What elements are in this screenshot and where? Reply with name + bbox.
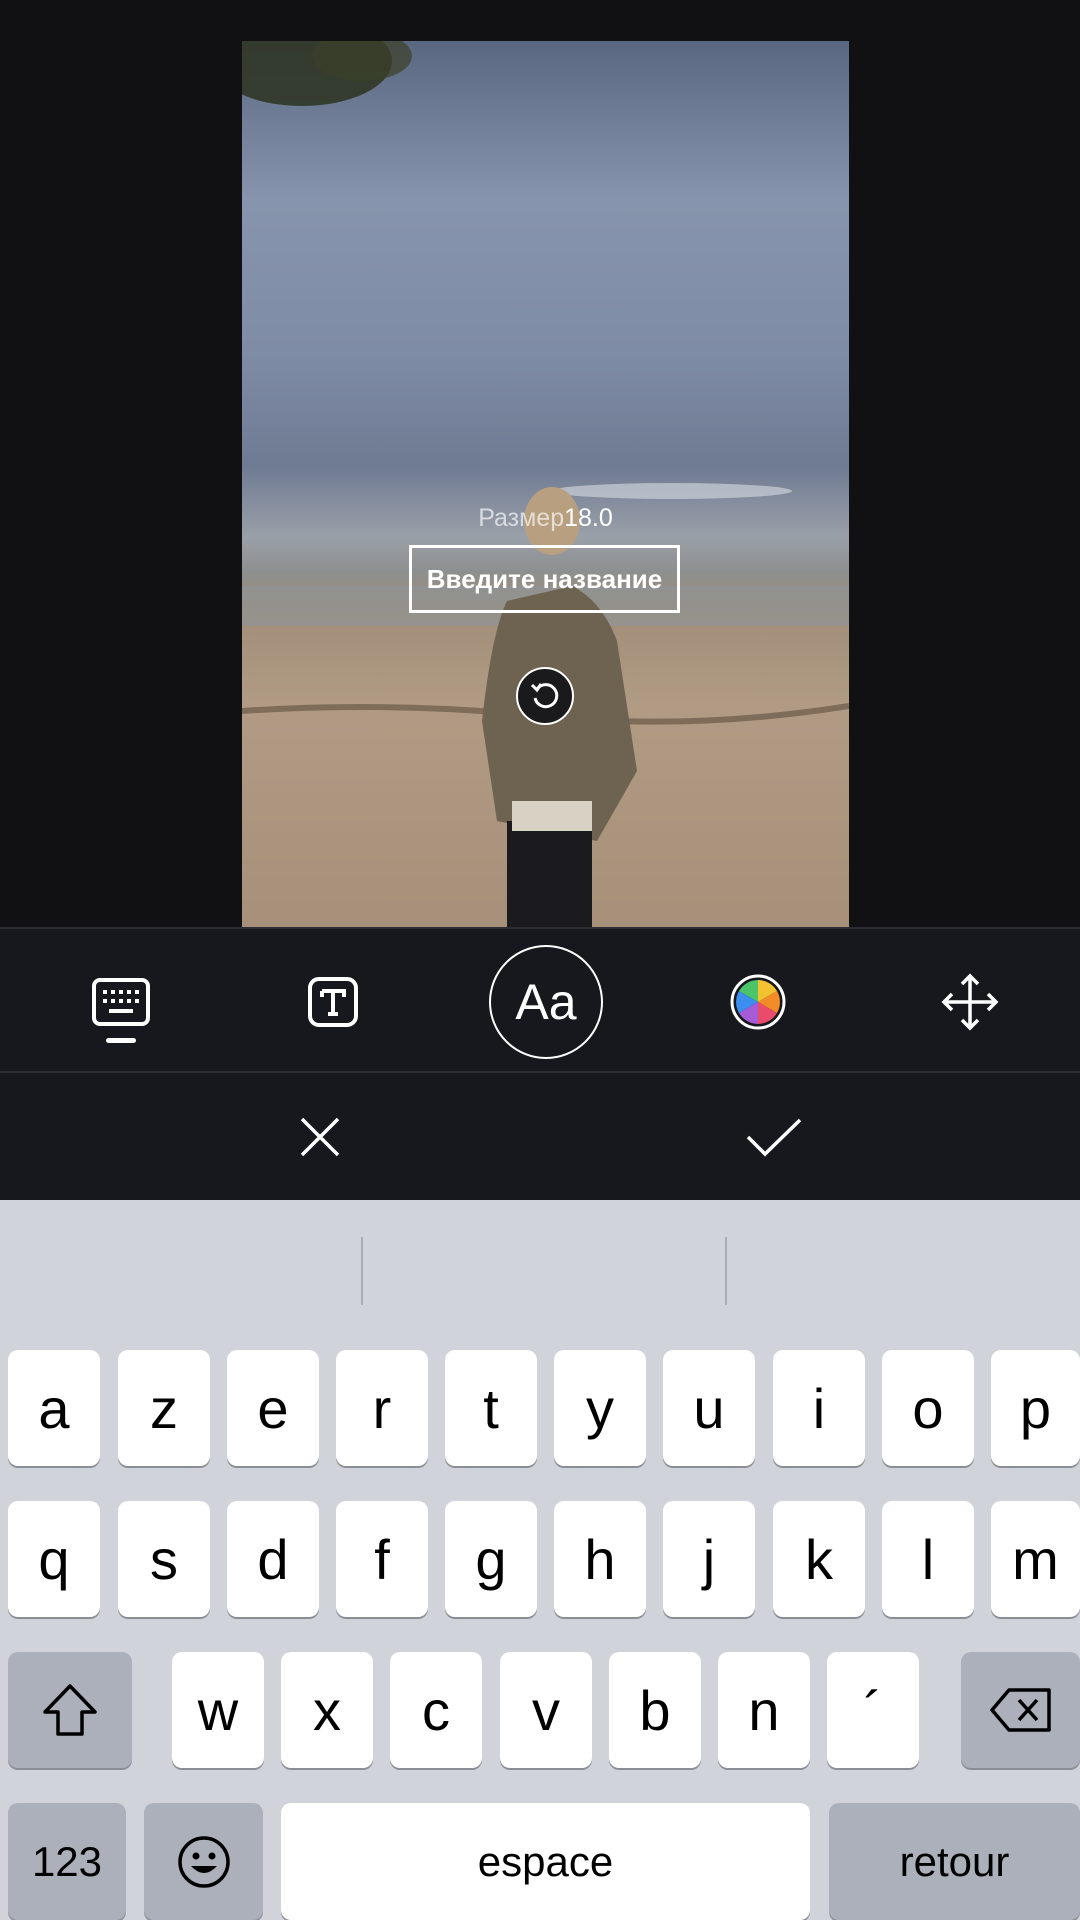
key-x[interactable]: x <box>281 1652 373 1768</box>
size-value: 18.0 <box>564 504 613 532</box>
size-label: Размер <box>478 504 565 532</box>
move-icon <box>941 973 999 1031</box>
backspace-icon <box>989 1688 1051 1732</box>
emoji-key[interactable] <box>144 1803 263 1920</box>
confirm-button[interactable] <box>714 1073 834 1200</box>
key-o[interactable]: o <box>882 1350 974 1466</box>
key-c[interactable]: c <box>390 1652 482 1768</box>
shift-key[interactable] <box>8 1652 132 1768</box>
text-toolbar: Aa <box>0 927 1080 1073</box>
move-tool-button[interactable] <box>910 929 1030 1075</box>
keyboard-tool-button[interactable] <box>61 929 181 1075</box>
key-w[interactable]: w <box>172 1652 264 1768</box>
key-v[interactable]: v <box>500 1652 592 1768</box>
key-m[interactable]: m <box>991 1501 1080 1617</box>
key-u[interactable]: u <box>663 1350 755 1466</box>
photo-scene <box>242 41 849 927</box>
text-style-tool-button[interactable] <box>273 929 393 1075</box>
font-button-label: Aa <box>515 974 577 1030</box>
key-j[interactable]: j <box>663 1501 755 1617</box>
suggestion-divider <box>361 1237 363 1305</box>
active-tool-indicator <box>106 1038 136 1043</box>
numbers-key[interactable]: 123 <box>8 1803 126 1920</box>
space-key[interactable]: espace <box>281 1803 810 1920</box>
rotate-icon <box>530 683 559 709</box>
key-s[interactable]: s <box>118 1501 210 1617</box>
suggestion-divider <box>725 1237 727 1305</box>
close-icon <box>300 1117 340 1156</box>
delete-key[interactable] <box>961 1652 1080 1768</box>
text-style-icon <box>308 977 358 1027</box>
action-bar <box>0 1073 1080 1200</box>
key-b[interactable]: b <box>609 1652 701 1768</box>
shift-icon <box>43 1684 97 1736</box>
font-circle: Aa <box>489 945 603 1059</box>
font-tool-button[interactable]: Aa <box>486 929 606 1075</box>
cancel-button[interactable] <box>260 1073 380 1200</box>
keyboard-icon <box>92 978 150 1026</box>
key-i[interactable]: i <box>773 1350 865 1466</box>
return-key[interactable]: retour <box>829 1803 1080 1920</box>
key-f[interactable]: f <box>336 1501 428 1617</box>
key-n[interactable]: n <box>718 1652 810 1768</box>
key-g[interactable]: g <box>445 1501 537 1617</box>
title-placeholder: Введите название <box>426 563 663 594</box>
key-t[interactable]: t <box>445 1350 537 1466</box>
key-acute[interactable]: ´ <box>827 1652 919 1768</box>
key-a[interactable]: a <box>8 1350 100 1466</box>
key-y[interactable]: y <box>554 1350 646 1466</box>
key-r[interactable]: r <box>336 1350 428 1466</box>
color-tool-button[interactable] <box>698 929 818 1075</box>
font-size-indicator: Размер18.0 <box>242 504 849 533</box>
key-z[interactable]: z <box>118 1350 210 1466</box>
rotate-handle[interactable] <box>516 667 574 725</box>
key-e[interactable]: e <box>227 1350 319 1466</box>
checkmark-icon <box>746 1118 802 1156</box>
key-h[interactable]: h <box>554 1501 646 1617</box>
key-d[interactable]: d <box>227 1501 319 1617</box>
title-text-box[interactable]: Введите название <box>409 545 680 613</box>
key-q[interactable]: q <box>8 1501 100 1617</box>
emoji-icon <box>177 1835 230 1888</box>
key-p[interactable]: p <box>991 1350 1080 1466</box>
key-k[interactable]: k <box>773 1501 865 1617</box>
key-l[interactable]: l <box>882 1501 974 1617</box>
editor-area: Размер18.0 Введите название <box>0 0 1080 927</box>
color-wheel-icon <box>730 974 786 1030</box>
photo-canvas[interactable] <box>242 41 849 927</box>
